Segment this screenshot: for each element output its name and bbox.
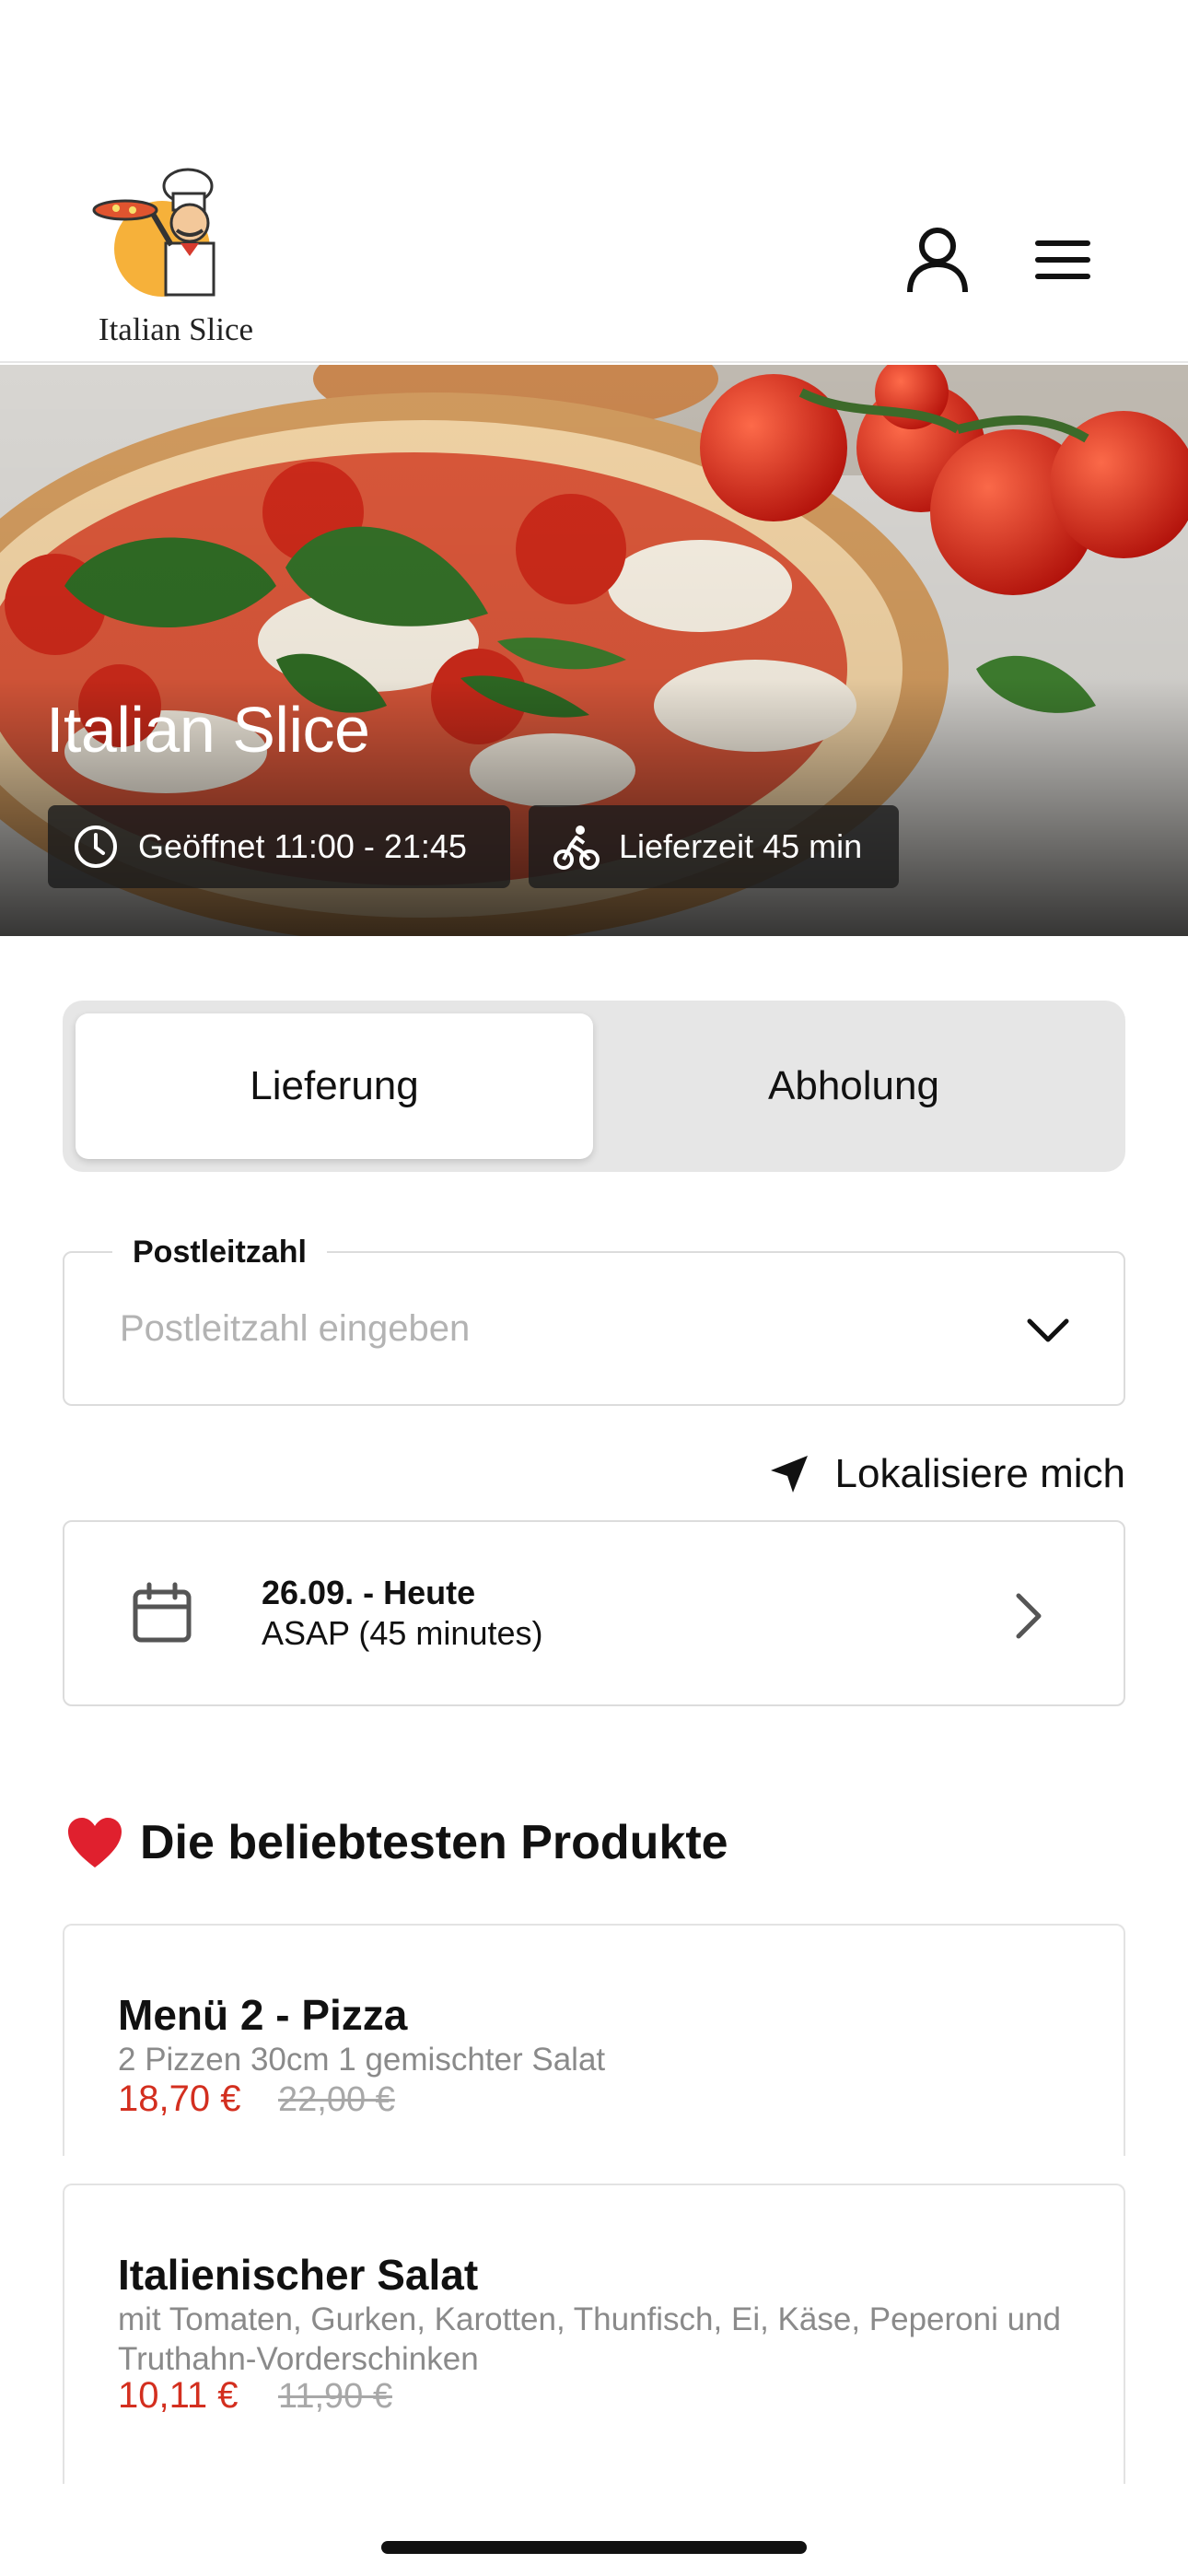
logo-text: Italian Slice: [98, 311, 254, 347]
product-description: 2 Pizzen 30cm 1 gemischter Salat: [118, 2042, 606, 2078]
clock-icon: [72, 823, 120, 871]
product-price: 10,11 €: [118, 2375, 239, 2416]
app-header: Italian Slice: [0, 0, 1188, 363]
popular-products-heading: Die beliebtesten Produkte: [66, 1815, 728, 1870]
brand-logo[interactable]: Italian Slice: [88, 166, 263, 350]
opening-hours-text: Geöffnet 11:00 - 21:45: [138, 827, 467, 865]
locate-me-label: Lokalisiere mich: [834, 1451, 1125, 1496]
postal-code-field[interactable]: Postleitzahl: [63, 1235, 1125, 1406]
postal-code-label: Postleitzahl: [112, 1235, 327, 1270]
product-card[interactable]: Menü 2 - Pizza 2 Pizzen 30cm 1 gemischte…: [63, 1924, 1125, 2156]
cyclist-icon: [553, 823, 600, 871]
home-indicator[interactable]: [381, 2541, 807, 2554]
hamburger-menu-icon: [1035, 240, 1090, 279]
chef-logo-icon: [92, 168, 215, 297]
product-price: 18,70 €: [118, 2078, 241, 2119]
locate-me-button[interactable]: Lokalisiere mich: [755, 1445, 1125, 1504]
delivery-date-selector[interactable]: 26.09. - Heute ASAP (45 minutes): [63, 1520, 1125, 1706]
heart-icon: [68, 1818, 122, 1868]
chevron-right-icon: [1016, 1593, 1042, 1639]
delivery-time-text: Lieferzeit 45 min: [619, 827, 863, 865]
delivery-date-title: 26.09. - Heute: [262, 1574, 476, 1611]
opening-hours-badge: Geöffnet 11:00 - 21:45: [48, 805, 510, 888]
menu-button[interactable]: [1024, 221, 1101, 299]
product-card[interactable]: Italienischer Salat mit Tomaten, Gurken,…: [63, 2184, 1125, 2484]
delivery-time-badge: Lieferzeit 45 min: [529, 805, 899, 888]
chevron-down-icon[interactable]: [1022, 1305, 1074, 1356]
product-old-price: 22,00 €: [278, 2080, 395, 2119]
tab-delivery[interactable]: Lieferung: [76, 1013, 593, 1159]
location-arrow-icon: [770, 1456, 808, 1493]
calendar-icon: [133, 1582, 192, 1643]
product-description: mit Tomaten, Gurken, Karotten, Thunfisch…: [118, 2301, 1061, 2377]
user-icon: [907, 228, 968, 293]
account-button[interactable]: [899, 221, 976, 299]
product-name: Italienischer Salat: [118, 2251, 479, 2299]
delivery-date-subtitle: ASAP (45 minutes): [262, 1614, 543, 1652]
product-name: Menü 2 - Pizza: [118, 1991, 408, 2039]
order-mode-toggle: Lieferung Abholung: [63, 1001, 1125, 1172]
popular-products-title: Die beliebtesten Produkte: [140, 1816, 728, 1869]
product-old-price: 11,90 €: [278, 2377, 392, 2416]
tab-pickup[interactable]: Abholung: [595, 1013, 1112, 1159]
postal-code-input[interactable]: [120, 1308, 949, 1350]
restaurant-title: Italian Slice: [46, 694, 370, 766]
page: Italian Slice Italian Slice Geöffnet 11:…: [0, 0, 1188, 2576]
